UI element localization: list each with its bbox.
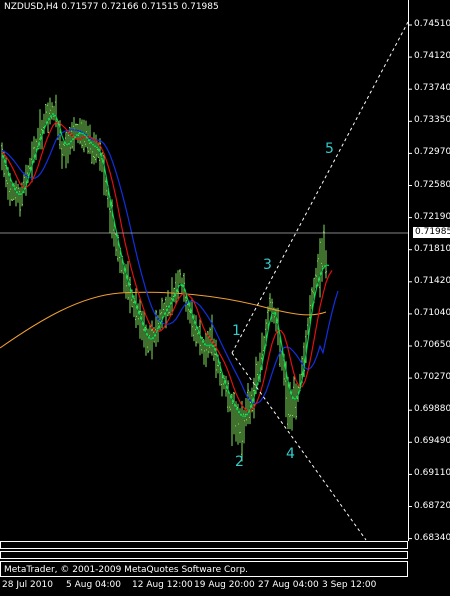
price-axis-label: 0.73350 <box>414 115 450 126</box>
indicator-subwindow-2[interactable] <box>0 551 408 559</box>
price-axis-label: 0.68340 <box>414 532 450 543</box>
price-axis-label: 0.74120 <box>414 51 450 62</box>
price-chart[interactable] <box>0 0 450 596</box>
chart-title: NZDUSD,H4 0.71577 0.72166 0.71515 0.7198… <box>4 2 219 12</box>
time-axis-label: 28 Jul 2010 <box>2 580 53 590</box>
price-axis-label: 0.69110 <box>414 468 450 479</box>
price-axis-label: 0.69490 <box>414 436 450 447</box>
indicator-subwindow-1[interactable] <box>0 541 408 549</box>
price-axis-label: 0.71810 <box>414 243 450 254</box>
price-axis-label: 0.71040 <box>414 307 450 318</box>
wave-label-2: 2 <box>235 454 244 470</box>
wave-label-3: 3 <box>263 257 272 273</box>
price-axis-label: 0.70650 <box>414 340 450 350</box>
price-axis-label: 0.72580 <box>414 179 450 190</box>
wave-label-1: 1 <box>232 323 241 339</box>
copyright-text: MetaTrader, © 2001-2009 MetaQuotes Softw… <box>4 565 249 575</box>
time-axis-label: 3 Sep 12:00 <box>322 580 377 590</box>
wave-label-5: 5 <box>325 141 334 157</box>
time-axis-label: 5 Aug 04:00 <box>66 580 121 590</box>
price-axis-label: 0.72970 <box>414 147 450 158</box>
time-axis-label: 27 Aug 04:00 <box>258 580 319 590</box>
price-axis-label: 0.69880 <box>414 404 450 415</box>
price-axis-label: 0.73740 <box>414 83 450 94</box>
price-axis-label: 0.71420 <box>414 275 450 286</box>
current-price-label: 0.71985 <box>413 227 450 238</box>
time-axis-label: 12 Aug 12:00 <box>132 580 193 590</box>
time-axis-label: 19 Aug 20:00 <box>194 580 255 590</box>
price-axis-label: 0.74510 <box>414 19 450 29</box>
price-axis-label: 0.68720 <box>414 500 450 511</box>
wave-label-4: 4 <box>286 446 295 462</box>
price-axis-label: 0.72190 <box>414 211 450 222</box>
price-axis-label: 0.70270 <box>414 372 450 383</box>
